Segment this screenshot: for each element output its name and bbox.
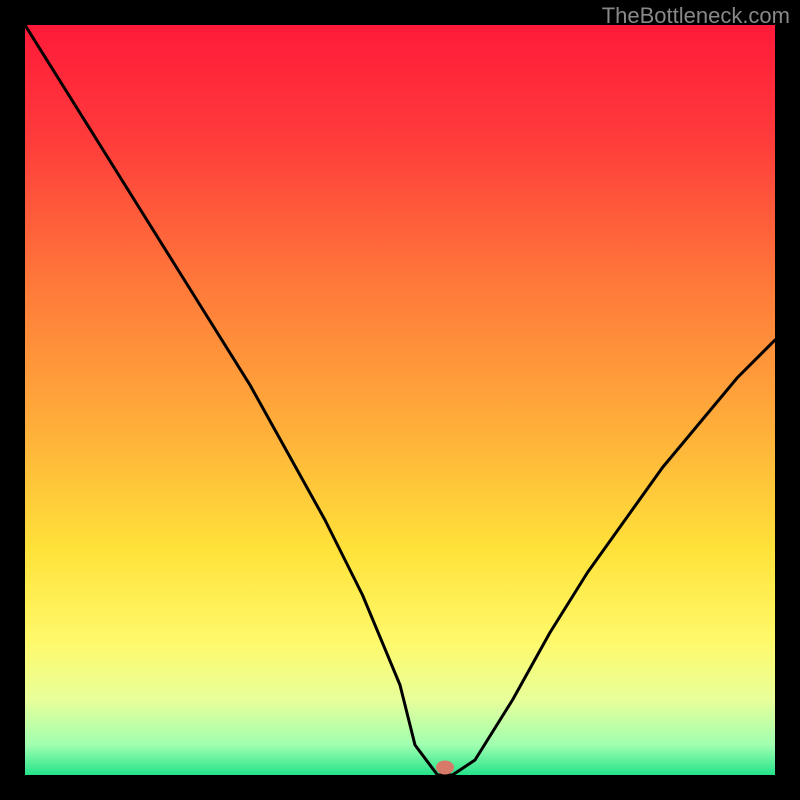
- plot-area: [25, 25, 775, 775]
- optimal-marker: [436, 761, 454, 775]
- watermark-text: TheBottleneck.com: [602, 3, 790, 29]
- gradient-background: [25, 25, 775, 775]
- bottleneck-chart: [25, 25, 775, 775]
